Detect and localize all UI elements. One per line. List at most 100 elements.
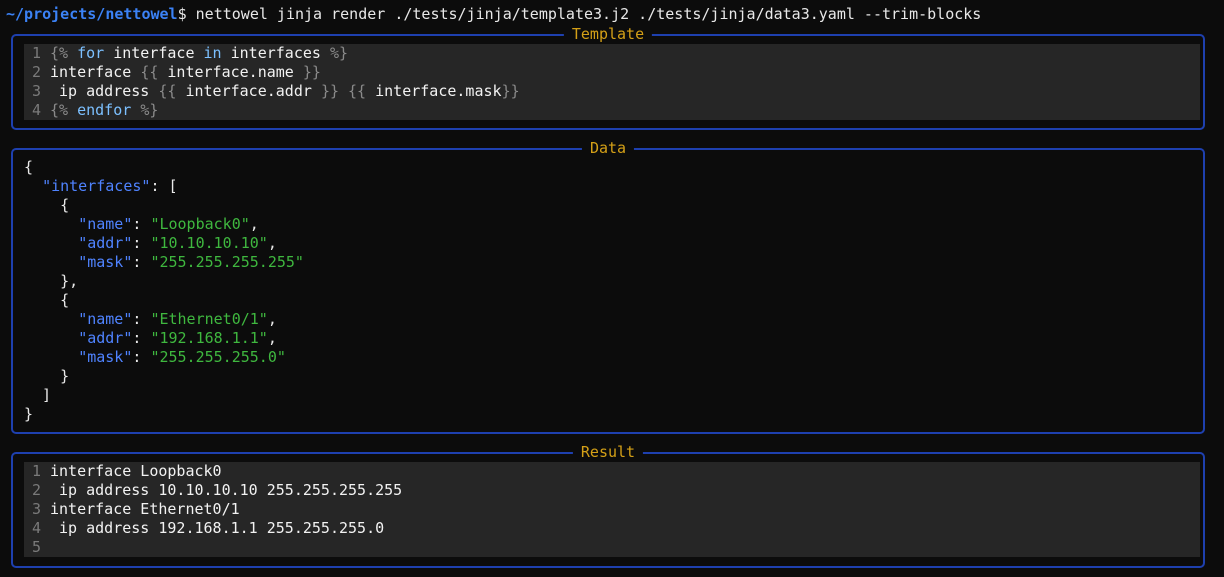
template-line-content: ip address {{ interface.addr }} {{ inter… [50, 82, 520, 101]
command-text: nettowel jinja render ./tests/jinja/temp… [186, 5, 982, 23]
json-token: "name" [78, 215, 133, 233]
data-line: "mask": "255.255.255.0" [24, 348, 304, 367]
json-token: { [24, 291, 70, 309]
json-token: : [132, 253, 151, 271]
template-line-content: {% endfor %} [50, 101, 158, 120]
template-token [131, 101, 140, 119]
result-panel-title: Result [572, 443, 644, 462]
line-number: 2 [31, 63, 41, 81]
json-token: : [ [150, 177, 178, 195]
data-line: ] [24, 386, 304, 405]
data-line: "name": "Ethernet0/1", [24, 310, 304, 329]
template-token: {{ [140, 63, 159, 81]
template-token: endfor [77, 101, 132, 119]
json-token: : [132, 329, 151, 347]
prompt-symbol: $ [177, 5, 187, 23]
json-token: "name" [78, 310, 133, 328]
line-number: 4 [31, 101, 41, 119]
json-token: "Ethernet0/1" [150, 310, 268, 328]
template-token: ip address [50, 82, 159, 100]
json-token: ] [24, 386, 52, 404]
template-token [68, 44, 77, 62]
template-token [68, 101, 77, 119]
template-panel: Template 1 {% for interface in interfaces… [11, 25, 1205, 130]
template-token: interface.mask [366, 82, 502, 100]
result-line: 4 ip address 192.168.1.1 255.255.255.0 [24, 519, 1200, 538]
template-line-content: {% for interface in interfaces %} [50, 44, 348, 63]
json-token: , [267, 310, 277, 328]
template-token: interface.addr [176, 82, 321, 100]
json-token: "192.168.1.1" [150, 329, 268, 347]
command-prompt-line: ~/projects/nettowel$ nettowel jinja rend… [6, 5, 981, 24]
json-token: , [267, 329, 277, 347]
data-line: "name": "Loopback0", [24, 215, 304, 234]
line-number: 2 [31, 481, 41, 499]
template-token: interface.name [158, 63, 303, 81]
template-token: {{ [348, 82, 367, 100]
result-line: 5 [24, 538, 1200, 557]
json-token: , [249, 215, 259, 233]
result-line: 3 interface Ethernet0/1 [24, 500, 1200, 519]
data-line: { [24, 158, 304, 177]
line-number: 5 [31, 538, 41, 556]
template-token: for [77, 44, 105, 62]
template-line: 2 interface {{ interface.name }} [24, 63, 1200, 82]
json-token: "10.10.10.10" [150, 234, 268, 252]
json-token: : [132, 310, 151, 328]
result-line-text: ip address 10.10.10.10 255.255.255.255 [50, 481, 403, 499]
template-token: }} [501, 82, 520, 100]
json-token: "addr" [78, 234, 133, 252]
template-token: interface [104, 44, 204, 62]
result-line: 2 ip address 10.10.10.10 255.255.255.255 [24, 481, 1200, 500]
result-line: 1 interface Loopback0 [24, 462, 1200, 481]
line-number: 4 [31, 519, 41, 537]
template-line-content: interface {{ interface.name }} [50, 63, 321, 82]
result-panel: Result 1 interface Loopback0 2 ip address … [11, 443, 1205, 568]
template-token: }} [302, 63, 321, 81]
json-token: , [267, 234, 277, 252]
template-line: 1 {% for interface in interfaces %} [24, 44, 1200, 63]
json-token: "255.255.255.255" [150, 253, 304, 271]
result-line-text: interface Loopback0 [50, 462, 222, 480]
template-token: interfaces [221, 44, 330, 62]
json-token: "255.255.255.0" [150, 348, 286, 366]
template-token: %} [140, 101, 159, 119]
result-line-text: interface Ethernet0/1 [50, 500, 240, 518]
data-line: { [24, 196, 304, 215]
data-line: } [24, 367, 304, 386]
json-token: } [24, 405, 34, 423]
json-token: "Loopback0" [150, 215, 250, 233]
json-token: } [24, 367, 70, 385]
data-line: { [24, 291, 304, 310]
line-number: 1 [31, 462, 41, 480]
template-token: {{ [158, 82, 177, 100]
prompt-path: ~/projects/nettowel [6, 5, 178, 23]
template-token [339, 82, 348, 100]
json-token: { [24, 158, 34, 176]
template-token: }} [320, 82, 339, 100]
template-line: 4 {% endfor %} [24, 101, 1200, 120]
json-token: "interfaces" [42, 177, 151, 195]
template-token: {% [50, 101, 69, 119]
result-code-block: 1 interface Loopback0 2 ip address 10.10.1… [24, 462, 1200, 557]
json-token: : [132, 348, 151, 366]
json-token: }, [24, 272, 79, 290]
data-panel-title: Data [581, 139, 635, 158]
json-token: "mask" [78, 348, 133, 366]
data-line: "addr": "10.10.10.10", [24, 234, 304, 253]
json-token: "addr" [78, 329, 133, 347]
result-line-text: ip address 192.168.1.1 255.255.255.0 [50, 519, 385, 537]
line-number: 1 [31, 44, 41, 62]
template-token: interface [50, 63, 141, 81]
data-line: "addr": "192.168.1.1", [24, 329, 304, 348]
line-number: 3 [31, 82, 41, 100]
data-json-block: { "interfaces": [ { "name": "Loopback0",… [24, 158, 304, 424]
json-token: { [24, 196, 70, 214]
